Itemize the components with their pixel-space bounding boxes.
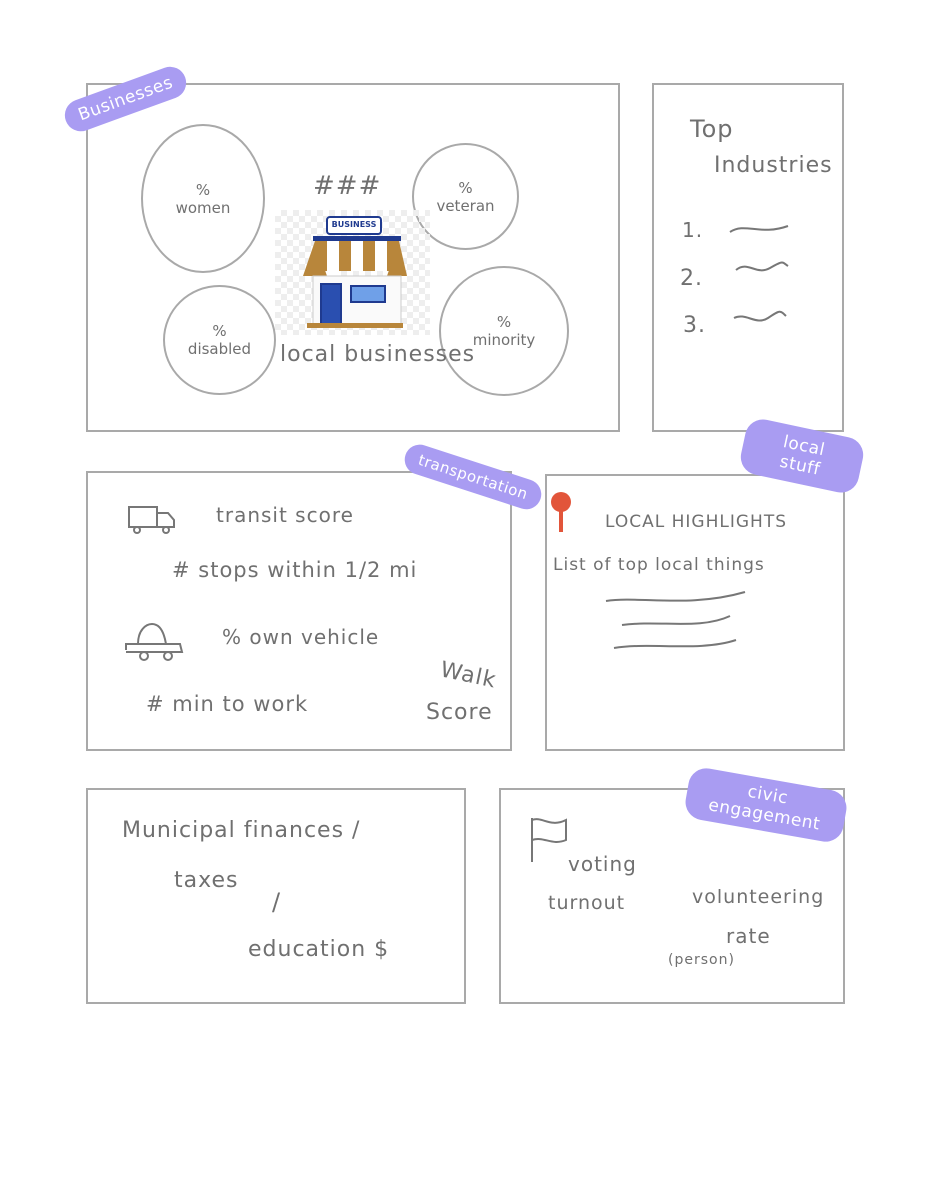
flag-icon (531, 818, 567, 862)
finances-line4: education $ (248, 937, 390, 962)
local-squiggles (605, 591, 746, 649)
rate-label: rate (726, 924, 771, 948)
walk-score-label: Score (426, 700, 493, 725)
turnout-label: turnout (548, 892, 626, 914)
voting-label: voting (568, 852, 637, 876)
person-note: (person) (668, 952, 735, 968)
finances-line3: / (272, 888, 282, 916)
finances-line2: taxes (174, 868, 239, 893)
finances-line1: Municipal finances / (122, 818, 361, 843)
volunteering-label: volunteering (692, 886, 825, 908)
